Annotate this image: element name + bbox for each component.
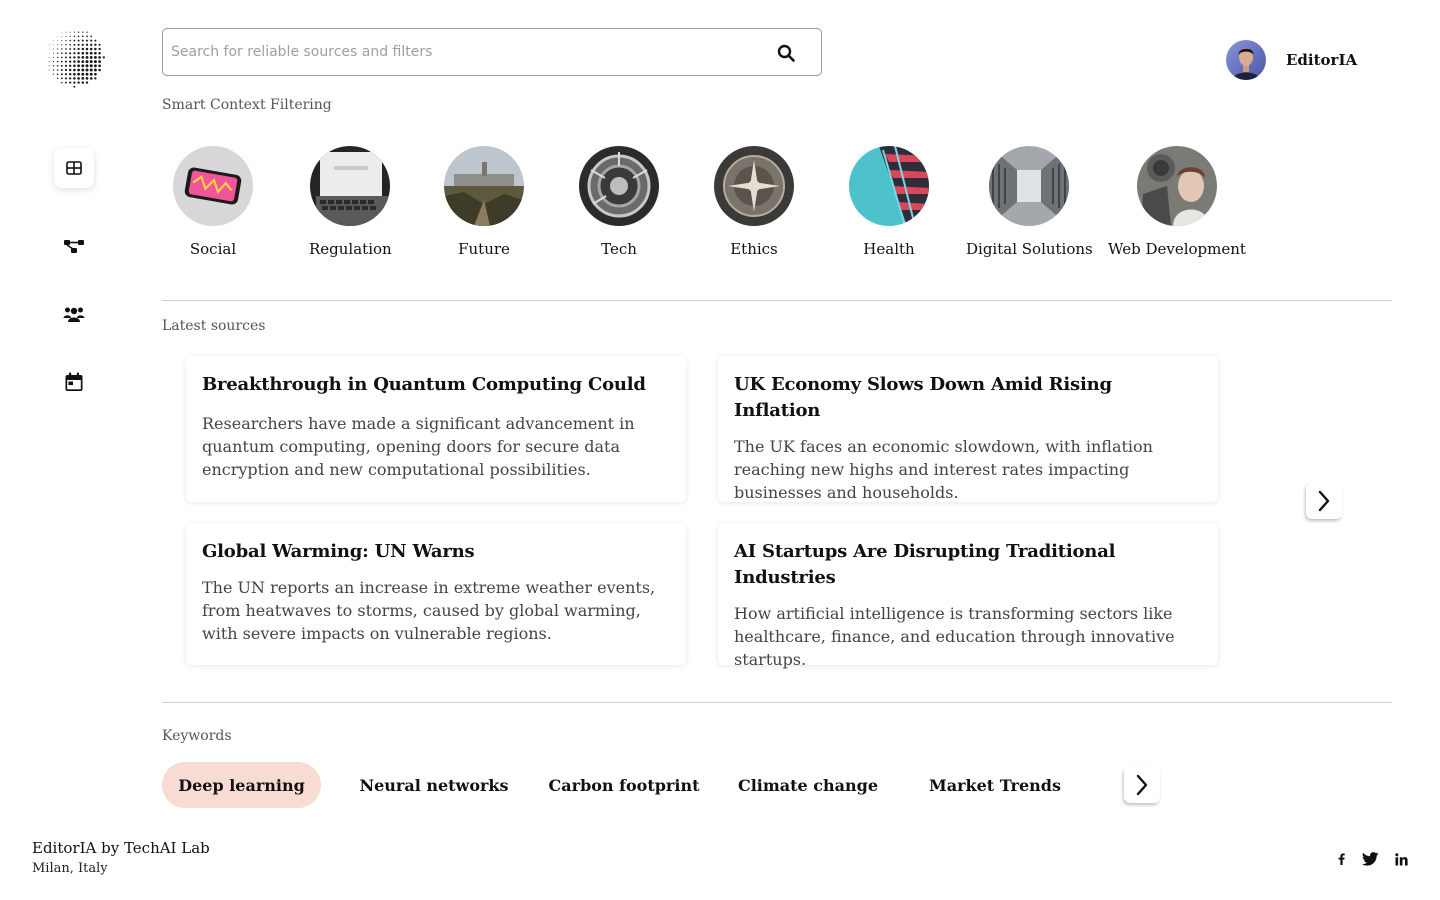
keyword-chip-carbon-footprint[interactable]: Carbon footprint <box>540 762 708 808</box>
category-health[interactable]: Health <box>849 146 929 258</box>
future-thumbnail <box>444 146 524 226</box>
category-label: Regulation <box>309 240 392 258</box>
source-card-title: AI Startups Are Disrupting Traditional I… <box>734 541 1116 588</box>
category-label: Ethics <box>730 240 778 258</box>
source-card-title: UK Economy Slows Down Amid Rising Inflat… <box>734 374 1112 421</box>
grid-icon <box>66 161 82 175</box>
sidebar-item-team[interactable] <box>54 294 94 334</box>
category-label: Social <box>189 240 237 258</box>
keyword-chip-climate-change[interactable]: Climate change <box>730 762 886 808</box>
source-card-title: Breakthrough in Quantum Computing Could <box>202 374 646 395</box>
category-label: Future <box>458 240 510 258</box>
category-digital-solutions[interactable]: Digital Solutions <box>966 146 1093 258</box>
sources-title: Latest sources <box>162 318 266 334</box>
category-ethics[interactable]: Ethics <box>714 146 794 258</box>
footer-brand: EditorIA by TechAI Lab <box>32 839 210 857</box>
category-web-development[interactable]: Web Development <box>1108 146 1246 258</box>
sidebar-item-dashboard[interactable] <box>54 148 94 188</box>
network-icon <box>64 240 84 253</box>
chevron-right-icon <box>1136 774 1148 796</box>
category-regulation[interactable]: Regulation <box>309 146 392 258</box>
ethics-thumbnail <box>714 146 794 226</box>
sidebar-item-calendar[interactable] <box>54 362 94 402</box>
divider <box>162 702 1392 703</box>
tech-thumbnail <box>579 146 659 226</box>
linkedin-icon <box>1394 852 1408 865</box>
facebook-icon <box>1338 853 1345 865</box>
user-name[interactable]: EditorIA <box>1286 51 1357 69</box>
category-label: Digital Solutions <box>966 240 1093 258</box>
keywords-next-button[interactable] <box>1124 767 1160 803</box>
categories-title: Smart Context Filtering <box>162 97 332 113</box>
divider <box>162 300 1392 301</box>
category-label: Health <box>863 240 915 258</box>
globe-logo[interactable] <box>44 22 106 94</box>
source-card[interactable]: UK Economy Slows Down Amid Rising Inflat… <box>718 356 1218 502</box>
facebook-link[interactable] <box>1335 850 1347 868</box>
source-card-text: Researchers have made a significant adva… <box>202 414 635 479</box>
search-input[interactable] <box>171 29 751 75</box>
source-card[interactable]: Breakthrough in Quantum Computing Could … <box>186 356 686 502</box>
linkedin-link[interactable] <box>1392 850 1410 868</box>
keyword-chip-market-trends[interactable]: Market Trends <box>920 762 1070 808</box>
search-button[interactable] <box>775 42 797 64</box>
web-development-thumbnail <box>1136 146 1217 226</box>
source-card-text: How artificial intelligence is transform… <box>734 604 1175 669</box>
avatar[interactable] <box>1226 40 1266 80</box>
category-future[interactable]: Future <box>444 146 524 258</box>
users-icon <box>63 307 85 322</box>
keyword-chip-deep-learning[interactable]: Deep learning <box>162 762 321 808</box>
calendar-icon <box>65 372 83 391</box>
source-card-title: Global Warming: UN Warns <box>202 541 475 562</box>
category-label: Tech <box>601 240 637 258</box>
twitter-icon <box>1361 852 1379 866</box>
category-label: Web Development <box>1108 240 1246 258</box>
social-thumbnail <box>173 146 253 226</box>
keywords-title: Keywords <box>162 728 232 744</box>
footer-location: Milan, Italy <box>32 861 108 876</box>
regulation-thumbnail <box>310 146 391 226</box>
source-card-text: The UN reports an increase in extreme we… <box>202 578 656 643</box>
health-thumbnail <box>849 146 929 226</box>
sidebar-item-network[interactable] <box>54 226 94 266</box>
digital-solutions-thumbnail <box>989 146 1070 226</box>
search-bar <box>162 28 822 76</box>
chevron-right-icon <box>1318 490 1330 512</box>
source-card[interactable]: Global Warming: UN Warns The UN reports … <box>186 523 686 665</box>
search-icon <box>777 44 795 62</box>
user-profile[interactable]: EditorIA <box>1226 40 1357 80</box>
twitter-link[interactable] <box>1360 850 1380 868</box>
source-card[interactable]: AI Startups Are Disrupting Traditional I… <box>718 523 1218 669</box>
keyword-chip-neural-networks[interactable]: Neural networks <box>352 762 516 808</box>
sources-next-button[interactable] <box>1306 483 1342 519</box>
source-card-text: The UK faces an economic slowdown, with … <box>734 437 1153 502</box>
category-tech[interactable]: Tech <box>579 146 659 258</box>
category-social[interactable]: Social <box>173 146 253 258</box>
